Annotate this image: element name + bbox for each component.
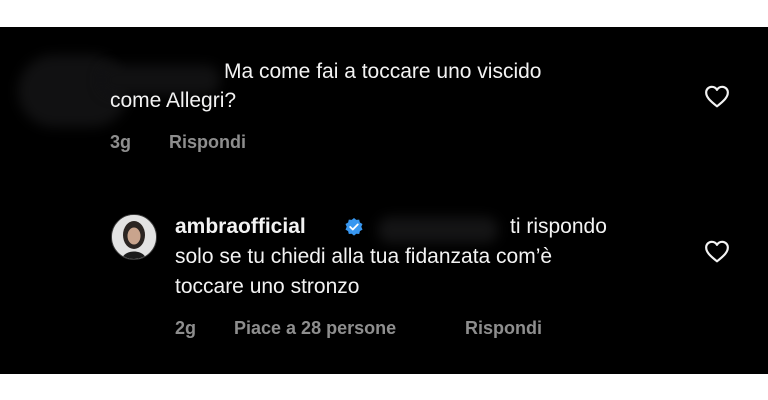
comment-text-line2: come Allegri? <box>110 89 237 112</box>
reply-likes-count[interactable]: Piace a 28 persone <box>234 318 396 339</box>
redacted-mention <box>378 217 498 243</box>
comment-timestamp: 3g <box>110 132 132 152</box>
verified-badge-icon <box>345 218 363 236</box>
avatar-image <box>112 215 156 259</box>
reply-reply-button[interactable]: Rispondi <box>465 318 542 339</box>
reply-text-line3: toccare uno stronzo <box>175 275 360 298</box>
reply-username[interactable]: ambraofficial <box>175 212 306 242</box>
heart-icon[interactable] <box>704 84 730 108</box>
reply-timestamp: 2g <box>175 318 197 338</box>
avatar[interactable] <box>111 214 157 260</box>
reply-text-line1: ti rispondo <box>510 215 607 238</box>
reply-text-line2: solo se tu chiedi alla tua fidanzata com… <box>175 245 553 268</box>
heart-icon[interactable] <box>704 239 730 263</box>
comments-panel: Ma come fai a toccare uno viscido come A… <box>0 27 768 374</box>
comment-text-line1: Ma come fai a toccare uno viscido <box>224 60 542 83</box>
comment-reply-button[interactable]: Rispondi <box>169 132 246 153</box>
